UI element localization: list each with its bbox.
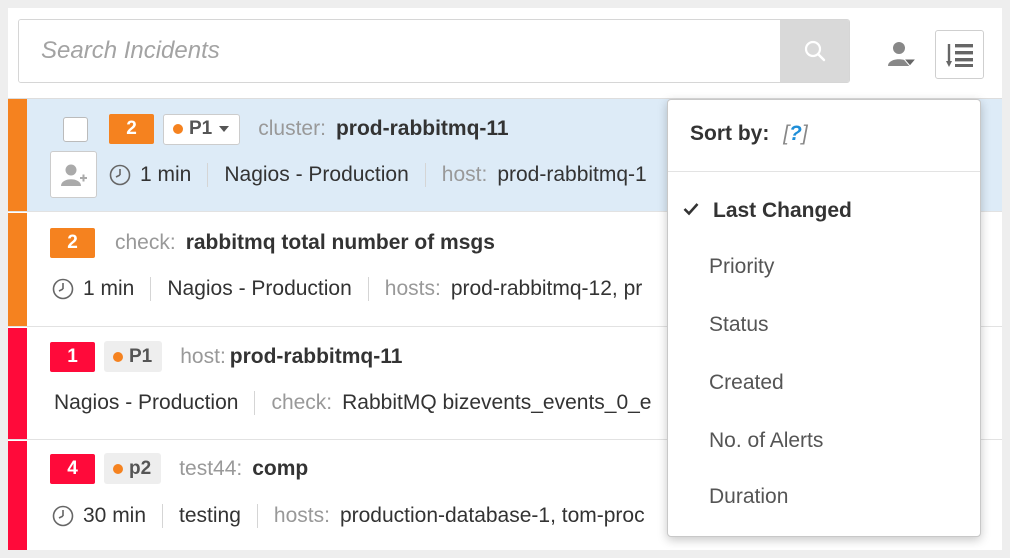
clock-icon xyxy=(109,164,131,186)
sort-button[interactable] xyxy=(935,30,984,79)
sort-option-duration[interactable]: Duration xyxy=(709,485,788,509)
user-filter-icon xyxy=(888,42,917,67)
incident-title[interactable]: comp xyxy=(252,457,308,481)
incident-source: Nagios - Production xyxy=(224,162,409,186)
sort-option-status[interactable]: Status xyxy=(709,313,769,337)
incident-field-key: hosts: xyxy=(384,277,441,300)
incident-field-value: production-database-1, tom-proc xyxy=(339,504,645,527)
incident-field-value: RabbitMQ bizevents_events_0_e xyxy=(342,391,652,414)
incident-field-value: prod-rabbitmq-12, pr xyxy=(450,277,643,300)
incident-title[interactable]: prod-rabbitmq-11 xyxy=(336,117,509,141)
incident-field-key: host: xyxy=(180,344,226,368)
alert-count-badge: 4 xyxy=(50,453,95,484)
sort-dropdown-menu: Sort by: [?] Last Changed Priority Statu… xyxy=(667,99,981,537)
separator xyxy=(256,504,258,528)
separator xyxy=(207,162,209,187)
add-user-icon xyxy=(60,164,87,186)
incident-status-stripe xyxy=(8,441,27,550)
priority-badge: p2 xyxy=(104,453,162,484)
separator xyxy=(162,504,164,528)
incident-field-key: host: xyxy=(441,162,488,186)
separator xyxy=(367,277,369,301)
priority-label: P1 xyxy=(129,345,153,367)
incident-title[interactable]: prod-rabbitmq-11 xyxy=(230,345,403,369)
incident-age: 30 min xyxy=(83,504,147,527)
search-input[interactable] xyxy=(19,20,781,82)
incident-status-stripe xyxy=(8,328,27,439)
incident-field-key: check: xyxy=(271,391,333,414)
clock-icon xyxy=(52,278,74,300)
incident-title[interactable]: rabbitmq total number of msgs xyxy=(186,231,495,255)
incident-field-value: prod-rabbitmq-1 xyxy=(497,162,647,186)
separator xyxy=(424,162,426,187)
incident-age: 1 min xyxy=(140,162,192,186)
sort-menu-divider xyxy=(668,171,980,172)
incident-source: Nagios - Production xyxy=(167,277,352,300)
incident-field-key: test44: xyxy=(179,456,243,480)
search-bar xyxy=(18,19,850,83)
sort-title-label: Sort by: xyxy=(690,122,770,145)
alert-count-badge: 2 xyxy=(109,114,154,144)
chevron-down-icon xyxy=(219,126,230,132)
sort-menu-title: Sort by: [?] xyxy=(690,122,808,146)
assign-user-button[interactable] xyxy=(50,151,97,198)
search-icon xyxy=(804,40,825,62)
help-bracket-close: ] xyxy=(801,122,808,145)
priority-badge: P1 xyxy=(104,341,163,372)
priority-label: p2 xyxy=(129,457,152,479)
sort-option-created[interactable]: Created xyxy=(709,371,784,395)
incident-field-key: cluster: xyxy=(258,117,326,140)
incident-field-key: check: xyxy=(115,230,176,254)
sort-option-last-changed[interactable]: Last Changed xyxy=(713,199,852,223)
sort-option-priority[interactable]: Priority xyxy=(709,255,774,279)
separator xyxy=(150,277,152,301)
check-icon xyxy=(683,202,699,221)
sort-list-icon xyxy=(945,43,973,67)
incident-source: testing xyxy=(179,504,241,527)
priority-dot xyxy=(113,463,123,474)
priority-dropdown[interactable]: P1 xyxy=(163,113,241,145)
alert-count-badge: 2 xyxy=(50,227,95,258)
clock-icon xyxy=(52,505,74,527)
incidents-panel: 2 P1 cluster: prod-rabbitmq-11 1 min Nag… xyxy=(8,8,1002,550)
incident-field-key: hosts: xyxy=(273,504,330,527)
sort-option-alerts[interactable]: No. of Alerts xyxy=(709,429,823,453)
incident-source: Nagios - Production xyxy=(54,391,239,414)
separator xyxy=(254,391,256,415)
search-button[interactable] xyxy=(780,20,849,82)
incident-age: 1 min xyxy=(83,277,135,300)
incident-status-stripe xyxy=(8,213,27,326)
alert-count-badge: 1 xyxy=(50,341,95,372)
priority-dot xyxy=(113,351,123,362)
assignee-filter-button[interactable] xyxy=(886,39,918,69)
sort-help-link[interactable]: [?] xyxy=(783,122,808,145)
priority-label: P1 xyxy=(189,118,213,139)
incident-checkbox[interactable] xyxy=(63,116,88,142)
help-question-mark[interactable]: ? xyxy=(789,122,802,145)
priority-dot xyxy=(173,124,183,134)
incident-status-stripe xyxy=(8,99,27,211)
